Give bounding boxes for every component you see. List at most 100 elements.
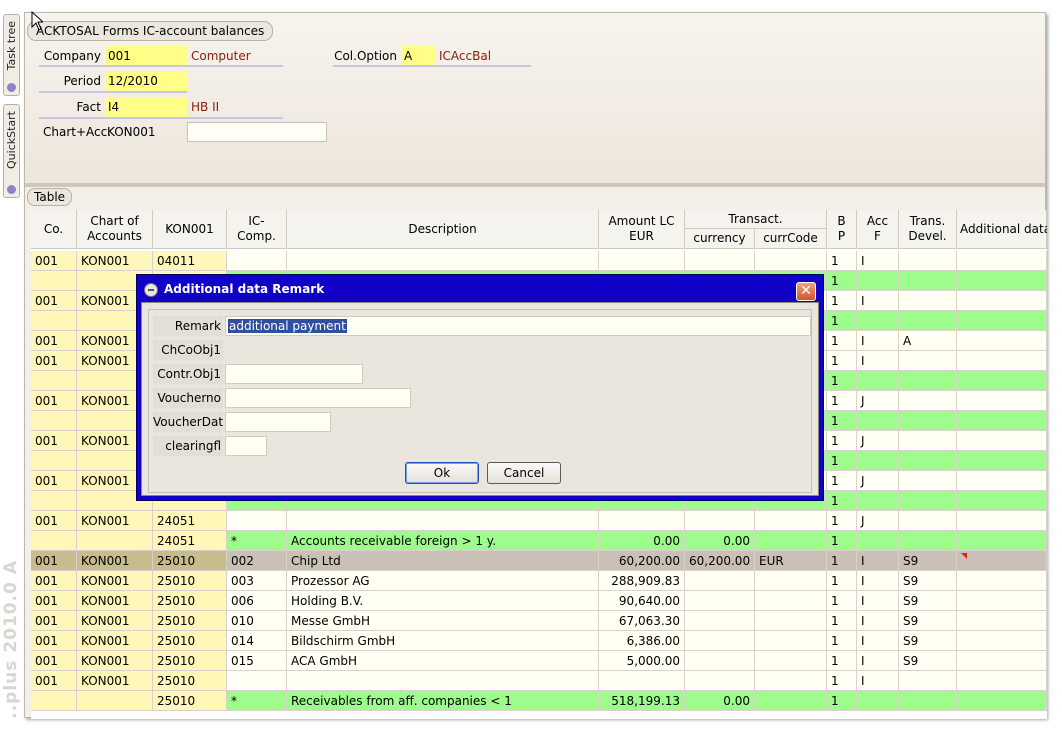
sidebar-tab-task-tree[interactable]: Task tree	[3, 14, 20, 96]
cell-add[interactable]	[957, 551, 1047, 571]
cell-amount[interactable]: 0.00	[599, 531, 685, 551]
cell-td[interactable]	[899, 271, 957, 291]
cell-cur[interactable]: 60,200.00	[685, 551, 755, 571]
cell-add[interactable]	[957, 431, 1047, 451]
cell-co[interactable]	[31, 491, 77, 511]
cell-add[interactable]	[957, 331, 1047, 351]
cell-acc[interactable]: I	[857, 631, 899, 651]
cell-add[interactable]	[957, 611, 1047, 631]
cell-add[interactable]	[957, 451, 1047, 471]
cell-co[interactable]: 001	[31, 631, 77, 651]
cell-td[interactable]: S9	[899, 631, 957, 651]
cell-amount[interactable]: 518,199.13	[599, 691, 685, 711]
cell-desc[interactable]	[287, 671, 599, 691]
cell-add[interactable]	[957, 411, 1047, 431]
cell-td[interactable]: S9	[899, 651, 957, 671]
cell-kon[interactable]: 25010	[153, 571, 227, 591]
ok-button[interactable]: Ok	[405, 462, 479, 484]
cell-code[interactable]	[755, 691, 827, 711]
cell-acc[interactable]: I	[857, 291, 899, 311]
col-header-additional[interactable]: Additional data	[957, 210, 1047, 249]
cell-cur[interactable]: 0.00	[685, 691, 755, 711]
cell-bp[interactable]: 1	[827, 291, 857, 311]
cell-co[interactable]	[31, 691, 77, 711]
pane-splitter[interactable]	[25, 183, 1045, 187]
cell-amount[interactable]: 67,063.30	[599, 611, 685, 631]
cell-add[interactable]	[957, 391, 1047, 411]
cell-td[interactable]	[899, 691, 957, 711]
cell-bp[interactable]: 1	[827, 371, 857, 391]
cell-kon[interactable]: 25010	[153, 691, 227, 711]
cell-code[interactable]	[755, 611, 827, 631]
cell-kon[interactable]: 04011	[153, 251, 227, 271]
cell-code[interactable]	[755, 571, 827, 591]
cell-acc[interactable]	[857, 271, 899, 291]
cell-bp[interactable]: 1	[827, 511, 857, 531]
sidebar-tab-quickstart[interactable]: QuickStart	[3, 104, 20, 198]
cell-bp[interactable]: 1	[827, 351, 857, 371]
table-row[interactable]: 001 KON001 04011 1 I	[31, 251, 1047, 271]
close-icon[interactable]: ✕	[796, 282, 816, 301]
cell-bp[interactable]: 1	[827, 431, 857, 451]
cell-kon[interactable]: 25010	[153, 611, 227, 631]
cell-cur[interactable]: 0.00	[685, 531, 755, 551]
col-header-ic[interactable]: IC-Comp.	[227, 210, 287, 249]
cell-co[interactable]: 001	[31, 651, 77, 671]
cell-add[interactable]	[957, 531, 1047, 551]
cell-amount[interactable]	[599, 671, 685, 691]
cell-add[interactable]	[957, 511, 1047, 531]
cell-amount[interactable]	[599, 511, 685, 531]
cell-td[interactable]	[899, 371, 957, 391]
cell-td[interactable]	[899, 311, 957, 331]
cell-acc[interactable]	[857, 491, 899, 511]
col-header-co[interactable]: Co.	[31, 210, 77, 249]
table-row[interactable]: 001 KON001 24051 1 J	[31, 511, 1047, 531]
cell-co[interactable]	[31, 371, 77, 391]
cell-chart[interactable]: KON001	[77, 551, 153, 571]
col-header-chart[interactable]: Chart of Accounts	[77, 210, 153, 249]
cell-td[interactable]	[899, 391, 957, 411]
contr-obj-input[interactable]	[225, 364, 363, 384]
cell-amount[interactable]: 288,909.83	[599, 571, 685, 591]
cell-chart[interactable]: KON001	[77, 511, 153, 531]
dialog-menu-icon[interactable]	[144, 283, 158, 297]
cell-desc[interactable]: ACA GmbH	[287, 651, 599, 671]
cell-acc[interactable]	[857, 371, 899, 391]
cell-acc[interactable]: I	[857, 591, 899, 611]
cell-acc[interactable]: J	[857, 471, 899, 491]
cell-ic[interactable]	[227, 671, 287, 691]
cell-bp[interactable]: 1	[827, 671, 857, 691]
fact-input[interactable]: I4	[105, 97, 187, 117]
cell-acc[interactable]	[857, 531, 899, 551]
cell-cur[interactable]	[685, 611, 755, 631]
col-header-acc[interactable]: Acc F	[857, 210, 899, 249]
voucherdat-input[interactable]	[225, 412, 331, 432]
cell-co[interactable]: 001	[31, 351, 77, 371]
cell-kon[interactable]: 25010	[153, 591, 227, 611]
cell-chart[interactable]: KON001	[77, 671, 153, 691]
cell-co[interactable]: 001	[31, 431, 77, 451]
cell-td[interactable]	[899, 531, 957, 551]
cell-bp[interactable]: 1	[827, 471, 857, 491]
cell-kon[interactable]: 25010	[153, 631, 227, 651]
col-header-trans-devel[interactable]: Trans. Devel.	[899, 210, 957, 249]
company-input[interactable]: 001	[105, 46, 187, 66]
col-header-kon[interactable]: KON001	[153, 210, 227, 249]
cell-co[interactable]: 001	[31, 251, 77, 271]
cell-co[interactable]: 001	[31, 471, 77, 491]
cell-bp[interactable]: 1	[827, 591, 857, 611]
cell-cur[interactable]	[685, 251, 755, 271]
cell-bp[interactable]: 1	[827, 651, 857, 671]
col-header-currency[interactable]: currency	[685, 229, 755, 249]
cell-co[interactable]: 001	[31, 591, 77, 611]
cell-acc[interactable]: J	[857, 391, 899, 411]
cell-bp[interactable]: 1	[827, 251, 857, 271]
cell-td[interactable]	[899, 251, 957, 271]
cell-kon[interactable]: 25010	[153, 551, 227, 571]
cell-bp[interactable]: 1	[827, 691, 857, 711]
cell-acc[interactable]	[857, 411, 899, 431]
col-header-transact[interactable]: Transact.	[685, 210, 827, 229]
cell-bp[interactable]: 1	[827, 611, 857, 631]
cell-amount[interactable]: 90,640.00	[599, 591, 685, 611]
cell-chart[interactable]	[77, 531, 153, 551]
